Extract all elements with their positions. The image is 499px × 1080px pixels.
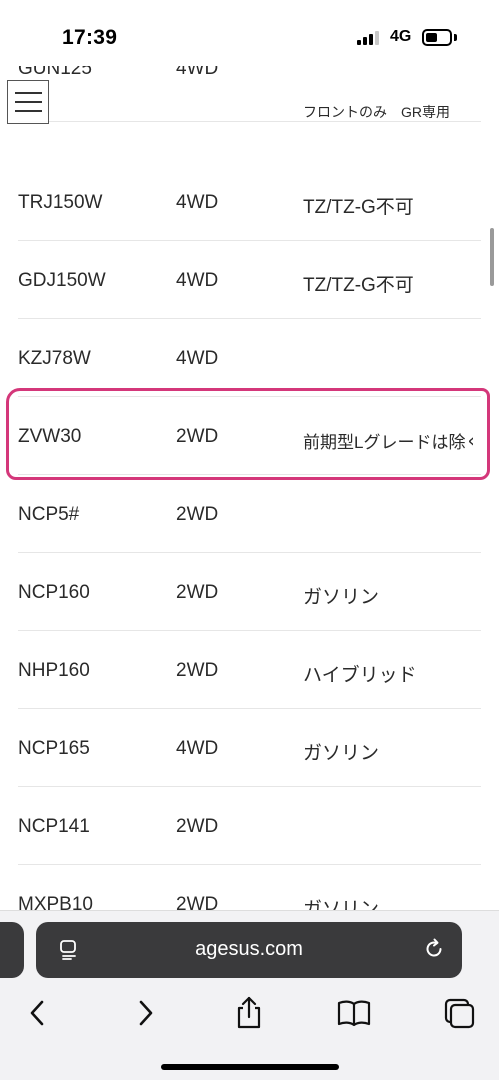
drive-cell: 4WD <box>176 348 219 369</box>
table-row: TRJ150W 4WD TZ/TZ-G不可 <box>0 163 499 241</box>
table-row: KZJ78W 4WD <box>0 319 499 397</box>
drive-cell: 2WD <box>176 426 219 447</box>
model-cell: NCP141 <box>18 816 90 837</box>
drive-cell: 2WD <box>176 504 219 525</box>
status-time: 17:39 <box>62 26 118 49</box>
network-type: 4G <box>390 28 412 45</box>
note-cell: TZ/TZ-G不可 <box>303 197 414 218</box>
drive-cell: 4WD <box>176 270 219 291</box>
model-cell: NCP5# <box>18 504 80 525</box>
model-cell: GUN125 <box>18 66 92 79</box>
battery-tip <box>454 34 457 41</box>
model-cell: NCP165 <box>18 738 90 759</box>
drive-cell: 2WD <box>176 582 219 603</box>
tabs-icon[interactable] <box>439 993 479 1033</box>
browser-toolbar: agesus.com <box>0 910 499 1080</box>
model-cell: TRJ150W <box>18 192 103 213</box>
note-cell: フロントのみ GR専用 <box>303 104 450 120</box>
table-row: NHP160 2WD ハイブリッド <box>0 631 499 709</box>
table-row: ZVW30 2WD 前期型Lグレードは除く <box>0 397 499 475</box>
table-row: NCP160 2WD ガソリン <box>0 553 499 631</box>
hamburger-menu-icon[interactable] <box>7 80 49 124</box>
cellular-signal-icon <box>357 31 381 45</box>
url-text[interactable]: agesus.com <box>36 938 462 961</box>
model-cell: MXPB10 <box>18 894 93 910</box>
share-icon[interactable] <box>229 993 269 1033</box>
address-bar[interactable]: agesus.com <box>36 922 462 978</box>
table-row: NCP165 4WD ガソリン <box>0 709 499 787</box>
battery-icon <box>422 29 452 46</box>
reload-icon[interactable] <box>422 937 446 961</box>
model-cell: NHP160 <box>18 660 90 681</box>
model-cell: ZVW30 <box>18 426 82 447</box>
drive-cell: 4WD <box>176 66 219 79</box>
note-cell: ガソリン <box>303 743 380 764</box>
note-cell: TZ/TZ-G不可 <box>303 275 414 296</box>
back-icon[interactable] <box>18 993 58 1033</box>
scrollbar[interactable] <box>490 228 494 286</box>
note-cell: 前期型Lグレードは除く <box>303 433 473 452</box>
model-cell: KZJ78W <box>18 348 91 369</box>
status-bar: 17:39 4G <box>0 0 499 66</box>
model-cell: NCP160 <box>18 582 90 603</box>
vehicle-table: GUN125 4WD フロントのみ GR専用 TRJ150W 4WD TZ/TZ… <box>0 66 499 910</box>
row-divider <box>18 121 481 122</box>
home-indicator[interactable] <box>161 1064 339 1070</box>
note-cell: ハイブリッド <box>303 665 417 686</box>
bookmarks-icon[interactable] <box>334 993 374 1033</box>
previous-tab-pill[interactable] <box>0 922 24 978</box>
table-row: NCP141 2WD <box>0 787 499 865</box>
table-row: NCP5# 2WD <box>0 475 499 553</box>
table-row: MXPB10 2WD ガソリン <box>0 865 499 910</box>
forward-icon[interactable] <box>125 993 165 1033</box>
note-cell: ガソリン <box>303 899 380 910</box>
model-cell: GDJ150W <box>18 270 106 291</box>
note-cell: ガソリン <box>303 587 380 608</box>
table-row: GUN125 4WD フロントのみ GR専用 <box>0 66 499 122</box>
drive-cell: 2WD <box>176 816 219 837</box>
table-row: GDJ150W 4WD TZ/TZ-G不可 <box>0 241 499 319</box>
drive-cell: 2WD <box>176 894 219 910</box>
drive-cell: 2WD <box>176 660 219 681</box>
drive-cell: 4WD <box>176 192 219 213</box>
drive-cell: 4WD <box>176 738 219 759</box>
